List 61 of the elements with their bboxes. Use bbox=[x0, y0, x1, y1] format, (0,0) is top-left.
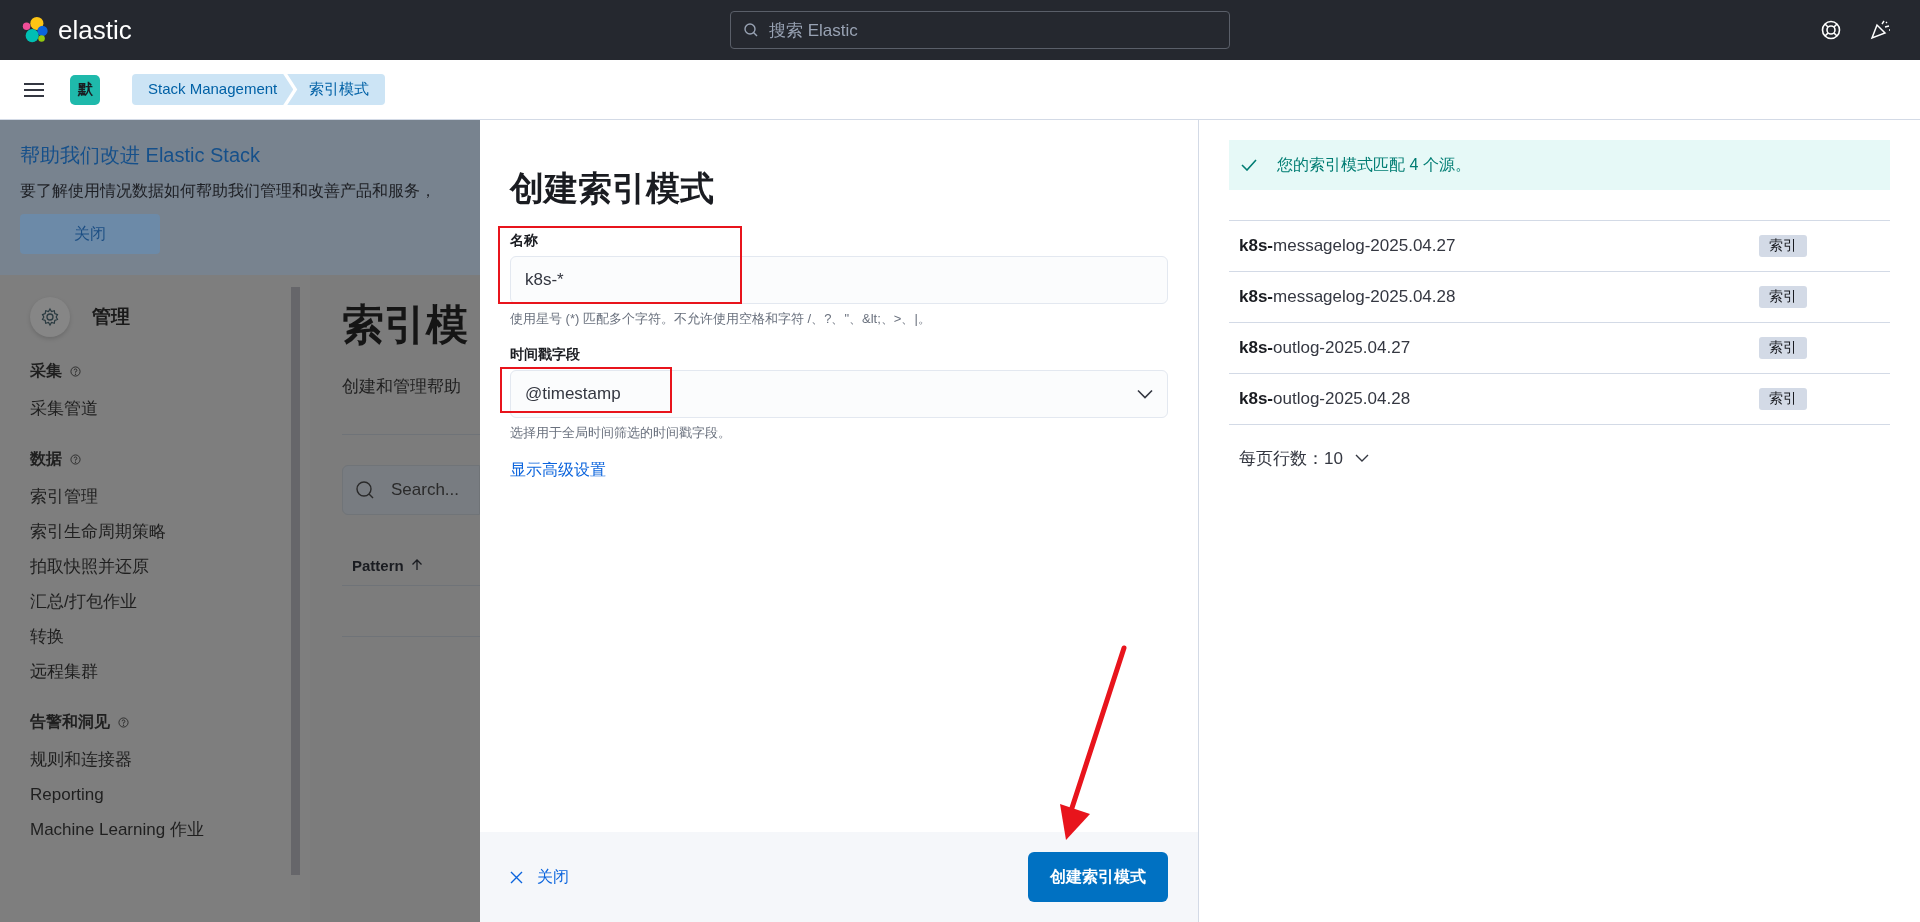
sidebar-item[interactable]: Reporting bbox=[30, 784, 310, 805]
index-badge: 索引 bbox=[1759, 388, 1807, 410]
close-icon bbox=[510, 870, 523, 884]
gear-icon bbox=[30, 297, 70, 337]
sidebar-item[interactable]: 拍取快照并还原 bbox=[30, 556, 310, 577]
chevron-down-icon bbox=[1354, 454, 1369, 463]
page-description: 创建和管理帮助 bbox=[342, 376, 462, 398]
sidebar-item[interactable]: 转换 bbox=[30, 626, 310, 647]
info-icon[interactable] bbox=[118, 717, 129, 728]
sidebar-item[interactable]: 索引生命周期策略 bbox=[30, 521, 310, 542]
section-title: 采集 bbox=[30, 361, 62, 381]
index-badge: 索引 bbox=[1759, 286, 1807, 308]
sidebar-item[interactable]: 规则和连接器 bbox=[30, 749, 310, 770]
index-badge: 索引 bbox=[1759, 337, 1807, 359]
sidebar-item[interactable]: Machine Learning 作业 bbox=[30, 819, 310, 840]
index-name: k8s-outlog-2025.04.28 bbox=[1239, 389, 1412, 409]
chevron-down-icon bbox=[1137, 389, 1153, 399]
sidebar-title: 管理 bbox=[92, 305, 130, 329]
flyout-title: 创建索引模式 bbox=[510, 168, 715, 209]
breadcrumb[interactable]: Stack Management bbox=[132, 74, 294, 105]
help-text: 使用星号 (*) 匹配多个字符。不允许使用空格和字符 /、?、"、&lt;、>、|。 bbox=[510, 310, 932, 328]
index-name: k8s-messagelog-2025.04.28 bbox=[1239, 287, 1457, 307]
logo-text: elastic bbox=[58, 14, 132, 46]
page-title: 索引模 bbox=[342, 300, 469, 350]
column-header[interactable]: Pattern bbox=[352, 556, 423, 574]
party-popper-icon[interactable] bbox=[1868, 19, 1892, 41]
index-name: k8s-messagelog-2025.04.27 bbox=[1239, 236, 1457, 256]
sidebar-item[interactable]: 远程集群 bbox=[30, 661, 310, 682]
breadcrumb[interactable]: 索引模式 bbox=[287, 74, 386, 105]
banner-text: 要了解使用情况数据如何帮助我们管理和改善产品和服务， bbox=[20, 181, 437, 201]
menu-icon[interactable] bbox=[24, 81, 44, 98]
name-field[interactable]: k8s-* bbox=[510, 256, 1168, 304]
close-button[interactable]: 关闭 bbox=[510, 866, 569, 888]
info-icon[interactable] bbox=[70, 366, 81, 377]
info-icon[interactable] bbox=[70, 454, 81, 465]
field-label: 时间戳字段 bbox=[510, 346, 581, 364]
check-icon bbox=[1241, 159, 1257, 171]
close-button[interactable]: 关闭 bbox=[20, 214, 160, 254]
search-field[interactable]: Search... bbox=[342, 465, 480, 515]
advanced-settings-link[interactable]: 显示高级设置 bbox=[510, 461, 606, 478]
rows-per-page-button[interactable]: 每页行数：10 bbox=[1229, 447, 1379, 470]
sidebar-item[interactable]: 采集管道 bbox=[30, 398, 310, 419]
index-name: k8s-outlog-2025.04.27 bbox=[1239, 338, 1412, 358]
callout-text: 您的索引模式匹配 4 个源。 bbox=[1277, 154, 1471, 175]
sidebar-item[interactable]: 汇总/打包作业 bbox=[30, 591, 310, 612]
index-badge: 索引 bbox=[1759, 235, 1807, 257]
sidebar-item[interactable]: 索引管理 bbox=[30, 486, 310, 507]
field-label: 名称 bbox=[510, 232, 539, 250]
section-title: 数据 bbox=[30, 449, 62, 469]
help-icon[interactable] bbox=[1820, 19, 1842, 41]
create-button[interactable]: 创建索引模式 bbox=[1028, 852, 1168, 902]
search-icon bbox=[355, 480, 375, 500]
scrollbar[interactable] bbox=[291, 287, 300, 875]
search-field[interactable]: 搜索 Elastic bbox=[730, 11, 1230, 49]
section-title: 告警和洞见 bbox=[30, 712, 110, 732]
space-avatar[interactable]: 默 bbox=[70, 74, 100, 105]
logo-icon[interactable] bbox=[20, 15, 50, 45]
search-icon bbox=[743, 22, 759, 38]
banner-title: 帮助我们改进 Elastic Stack bbox=[20, 143, 262, 168]
select-field[interactable]: @timestamp bbox=[510, 370, 1168, 418]
help-text: 选择用于全局时间筛选的时间戳字段。 bbox=[510, 424, 732, 442]
